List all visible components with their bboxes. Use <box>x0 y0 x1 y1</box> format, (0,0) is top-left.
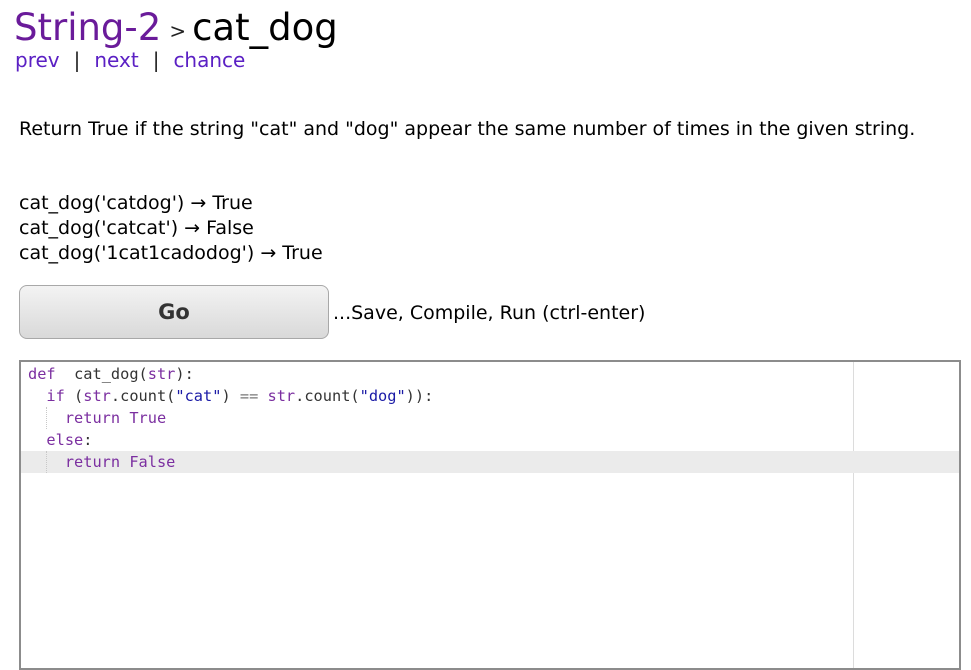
next-link[interactable]: next <box>94 48 138 72</box>
code-token: def <box>28 365 56 383</box>
code-token: .count( <box>295 387 360 405</box>
breadcrumb-separator: > <box>169 19 187 43</box>
indent-guide <box>46 451 48 473</box>
code-token: if <box>46 387 65 405</box>
example-line: cat_dog('catcat') → False <box>19 217 254 239</box>
code-token: "dog" <box>359 387 406 405</box>
example-line: cat_dog('catdog') → True <box>19 192 253 214</box>
breadcrumb-section-link[interactable]: String-2 <box>14 6 161 49</box>
code-line[interactable]: return True <box>21 407 959 429</box>
code-line[interactable]: return False <box>21 451 959 473</box>
indent-guide <box>46 407 48 429</box>
code-token: str <box>147 365 176 383</box>
example-line: cat_dog('1cat1cadodog') → True <box>19 242 323 264</box>
code-lines[interactable]: def cat_dog(str): if (str.count("cat") =… <box>21 363 959 473</box>
code-token: False <box>129 453 176 471</box>
code-token: .count( <box>110 387 176 405</box>
problem-nav: prev | next | chance <box>15 48 245 72</box>
code-line[interactable]: if (str.count("cat") == str.count("dog")… <box>21 385 959 407</box>
code-token: )) <box>405 387 425 405</box>
prev-link[interactable]: prev <box>15 48 60 72</box>
go-hint-text: ...Save, Compile, Run (ctrl-enter) <box>333 302 646 324</box>
nav-separator: | <box>73 48 81 72</box>
code-token: ) <box>221 387 240 405</box>
code-token: ( <box>64 387 84 405</box>
code-token: : <box>83 431 93 449</box>
breadcrumb: String-2 > cat_dog <box>14 6 338 49</box>
examples-list: cat_dog('catdog') → True cat_dog('catcat… <box>19 191 323 266</box>
chance-link[interactable]: chance <box>173 48 245 72</box>
code-token: == <box>239 387 259 405</box>
go-button[interactable]: Go <box>19 285 329 339</box>
code-line[interactable]: def cat_dog(str): <box>21 363 959 385</box>
code-token: ): <box>175 365 194 383</box>
code-token: else <box>46 431 84 449</box>
page-title: cat_dog <box>192 6 338 49</box>
code-token: str <box>83 387 111 405</box>
problem-description: Return True if the string "cat" and "dog… <box>19 118 916 140</box>
code-token: : <box>424 387 434 405</box>
code-token: str <box>267 387 296 405</box>
code-line[interactable]: else: <box>21 429 959 451</box>
code-token: True <box>129 409 167 427</box>
code-editor[interactable]: def cat_dog(str): if (str.count("cat") =… <box>19 360 961 670</box>
nav-separator: | <box>152 48 160 72</box>
code-token: cat_dog( <box>74 365 148 383</box>
code-token: return <box>64 409 121 427</box>
code-token: return <box>64 453 121 471</box>
code-token: "cat" <box>175 387 222 405</box>
